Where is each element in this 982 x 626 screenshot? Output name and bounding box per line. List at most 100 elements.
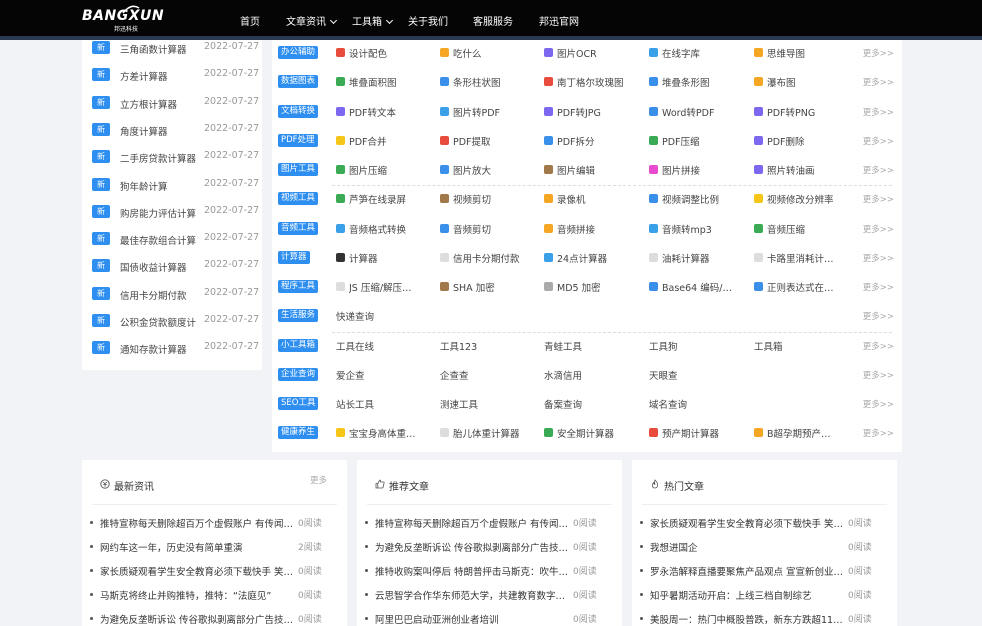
tool-link[interactable]: 音频转mp3 [649,221,749,237]
category-label[interactable]: SEO工具 [278,397,319,410]
tool-link[interactable]: 条形柱状图 [440,74,540,90]
new-tool-item[interactable]: 新狗年龄计算 2022-07-27 [92,177,262,194]
category-label[interactable]: PDF处理 [278,133,318,147]
nav-toolbox[interactable]: 工具箱 [352,13,394,28]
nav-official-site[interactable]: 邦迅官网 [539,13,579,28]
more-link[interactable]: 更多>> [863,340,894,352]
article-title[interactable]: 美股周一：热门中概股普跌，新东方跌超11… [650,612,845,626]
tool-link[interactable]: 测速工具 [440,396,540,412]
tool-link[interactable]: 工具123 [440,338,540,354]
tool-link[interactable]: 安全期计算器 [544,425,644,441]
tool-link[interactable]: Base64 编码/… [649,279,749,295]
article-title[interactable]: 罗永浩解释直播要聚焦产品观点 宣宣新创业… [650,564,845,578]
tool-link[interactable]: 音频拼接 [544,221,644,237]
tool-link[interactable]: 水滴信用 [544,367,644,383]
article-item[interactable]: 马斯克将终止并购推特，推特：“法庭见” 0阅读 [90,587,335,603]
article-title[interactable]: 为避免反垄断诉讼 传谷歌拟剥离部分广告技… [375,540,570,554]
new-tool-item[interactable]: 新方差计算器 2022-07-27 [92,68,262,84]
tool-link[interactable]: 照片转油画 [754,162,854,178]
tool-link[interactable]: 备案查询 [544,396,644,412]
article-item[interactable]: 美股周一：热门中概股普跌，新东方跌超11… 0阅读 [640,611,885,626]
more-link[interactable]: 更多>> [863,47,894,59]
tool-link[interactable]: 图片编辑 [544,162,644,178]
tool-link[interactable]: PDF拆分 [544,133,644,149]
category-label[interactable]: 音频工具 [278,221,319,235]
tool-link[interactable]: PDF压缩 [649,133,749,149]
tool-link[interactable]: SHA 加密 [440,279,540,295]
tool-link[interactable]: 音频压缩 [754,221,854,237]
tool-link[interactable]: 站长工具 [336,396,436,412]
new-tool-item[interactable]: 新购房能力评估计算 2022-07-27 [92,204,262,221]
tool-link[interactable]: 堆叠面积图 [336,74,436,90]
more-link[interactable]: 更多>> [863,223,894,235]
tool-link[interactable]: 卡路里消耗计… [754,250,854,266]
category-label[interactable]: 程序工具 [278,280,319,293]
tool-link[interactable]: 爱企查 [336,367,436,383]
article-title[interactable]: 马斯克将终止并购推特，推特：“法庭见” [100,588,295,602]
tool-link[interactable]: 吃什么 [440,45,540,61]
more-link[interactable]: 更多>> [863,135,894,147]
tool-link[interactable]: 视频调整比例 [649,191,749,207]
article-item[interactable]: 家长质疑观看学生安全教育必须下载快手 笑… 0阅读 [90,563,335,579]
tool-link[interactable]: 域名查询 [649,396,749,412]
tool-link[interactable]: 24点计算器 [544,250,644,266]
article-item[interactable]: 推特收购案叫停后 特朗普抨击马斯克：吹牛… 0阅读 [365,563,610,579]
article-title[interactable]: 网约车这一年，历史没有简单重演 [100,540,295,554]
article-title[interactable]: 我想进国企 [650,540,845,554]
article-title[interactable]: 阿里巴巴启动亚洲创业者培训 [375,612,570,626]
tool-link[interactable]: Word转PDF [649,104,749,120]
article-item[interactable]: 罗永浩解释直播要聚焦产品观点 宣宣新创业… 0阅读 [640,563,885,579]
tool-link[interactable]: 宝宝身高体重… [336,425,436,441]
more-link[interactable]: 更多>> [863,193,894,205]
tool-link[interactable]: PDF转文本 [336,104,436,120]
tool-link[interactable]: 信用卡分期付款 [440,250,540,266]
tool-link[interactable]: 计算器 [336,250,436,266]
article-item[interactable]: 推特宣称每天删除超百万个虚假账户 有传闻… 0阅读 [365,515,610,531]
tool-link[interactable]: PDF删除 [754,133,854,149]
tool-link[interactable]: 瀑布图 [754,74,854,90]
tool-link[interactable]: 视频剪切 [440,191,540,207]
article-title[interactable]: 推特宣称每天删除超百万个虚假账户 有传闻… [375,516,570,530]
new-tool-item[interactable]: 新通知存款计算器 2022-07-27 [92,341,262,357]
tool-link[interactable]: 油耗计算器 [649,250,749,266]
article-item[interactable]: 阿里巴巴启动亚洲创业者培训 0阅读 [365,611,610,626]
tool-link[interactable]: 南丁格尔玫瑰图 [544,74,644,90]
article-item[interactable]: 云思智学合作华东师范大学，共建教育数字… 0阅读 [365,587,610,603]
more-link[interactable]: 更多>> [863,252,894,264]
new-tool-item[interactable]: 新立方根计算器 2022-07-27 [92,95,262,112]
more-link[interactable]: 更多>> [863,398,894,410]
tool-link[interactable]: 设计配色 [336,45,436,61]
category-label[interactable]: 企业查询 [278,367,319,381]
tool-link[interactable]: 音频格式转换 [336,221,436,237]
tool-link[interactable]: 堆叠条形图 [649,74,749,90]
tool-link[interactable]: 音频剪切 [440,221,540,237]
category-label[interactable]: 健康养生 [278,426,319,440]
category-label[interactable]: 数据图表 [278,75,319,89]
tool-link[interactable]: 预产期计算器 [649,425,749,441]
tool-link[interactable]: 工具在线 [336,338,436,354]
tool-link[interactable]: 胎儿体重计算器 [440,425,540,441]
more-link[interactable]: 更多>> [863,164,894,176]
category-label[interactable]: 生活服务 [278,309,319,323]
new-tool-item[interactable]: 新二手房贷款计算器 2022-07-27 [92,150,262,166]
article-title[interactable]: 家长质疑观看学生安全教育必须下载快手 笑… [650,516,845,530]
article-title[interactable]: 家长质疑观看学生安全教育必须下载快手 笑… [100,564,295,578]
more-link[interactable]: 更多>> [863,281,894,293]
tool-link[interactable]: 天眼查 [649,367,749,383]
nav-about[interactable]: 关于我们 [408,13,448,28]
more-link[interactable]: 更多>> [863,427,894,439]
article-title[interactable]: 知乎暑期活动开启：上线三档自制综艺 [650,588,845,602]
more-link[interactable]: 更多>> [863,369,894,381]
tool-link[interactable]: 快递查询 [336,308,436,324]
more-link[interactable]: 更多>> [863,76,894,88]
tool-link[interactable]: 图片OCR [544,45,644,61]
new-tool-item[interactable]: 新公积金贷款额度计 2022-07-27 [92,314,262,330]
tool-link[interactable]: B超孕期预产… [754,425,854,441]
category-label[interactable]: 办公辅助 [278,46,319,59]
article-item[interactable]: 家长质疑观看学生安全教育必须下载快手 笑… 0阅读 [640,515,885,531]
category-label[interactable]: 小工具箱 [278,338,319,352]
article-title[interactable]: 为避免反垄断诉讼 传谷歌拟剥离部分广告技… [100,612,295,626]
new-tool-item[interactable]: 新信用卡分期付款 2022-07-27 [92,286,262,303]
tool-link[interactable]: 思维导图 [754,45,854,61]
article-title[interactable]: 推特收购案叫停后 特朗普抨击马斯克：吹牛… [375,564,570,578]
